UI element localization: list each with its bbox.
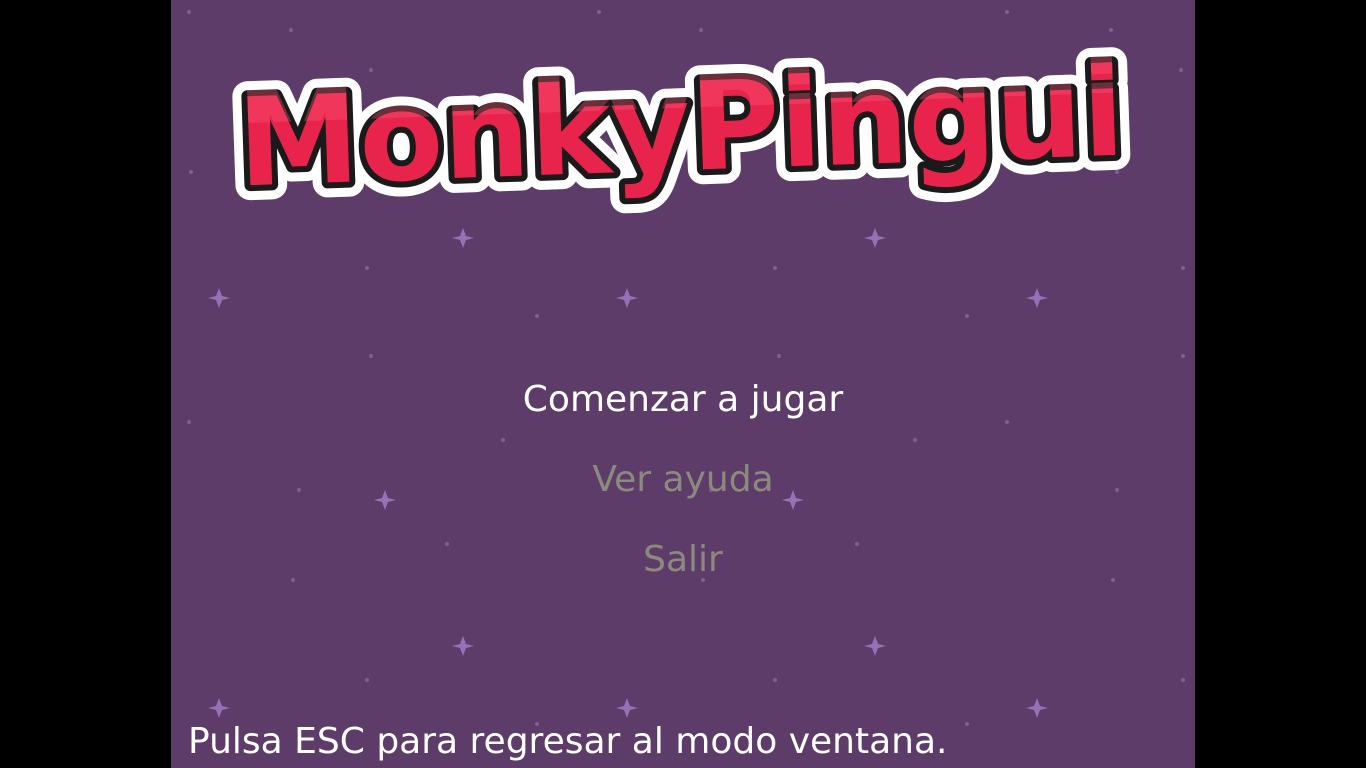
- logo-wordmark-graphic: MonkyPingui MonkyPingui MonkyPingui Monk…: [220, 27, 1141, 230]
- menu-item-start-game[interactable]: Comenzar a jugar: [523, 360, 843, 440]
- fullscreen-hint-text: Pulsa ESC para regresar al modo ventana.: [188, 721, 948, 762]
- main-menu: Comenzar a jugar Ver ayuda Salir: [171, 360, 1195, 600]
- menu-item-help[interactable]: Ver ayuda: [592, 440, 773, 520]
- fullscreen-viewport: MonkyPingui MonkyPingui MonkyPingui Monk…: [0, 0, 1366, 768]
- game-canvas: MonkyPingui MonkyPingui MonkyPingui Monk…: [171, 0, 1195, 768]
- game-logo: MonkyPingui MonkyPingui MonkyPingui Monk…: [220, 27, 1141, 230]
- menu-item-exit[interactable]: Salir: [643, 520, 723, 600]
